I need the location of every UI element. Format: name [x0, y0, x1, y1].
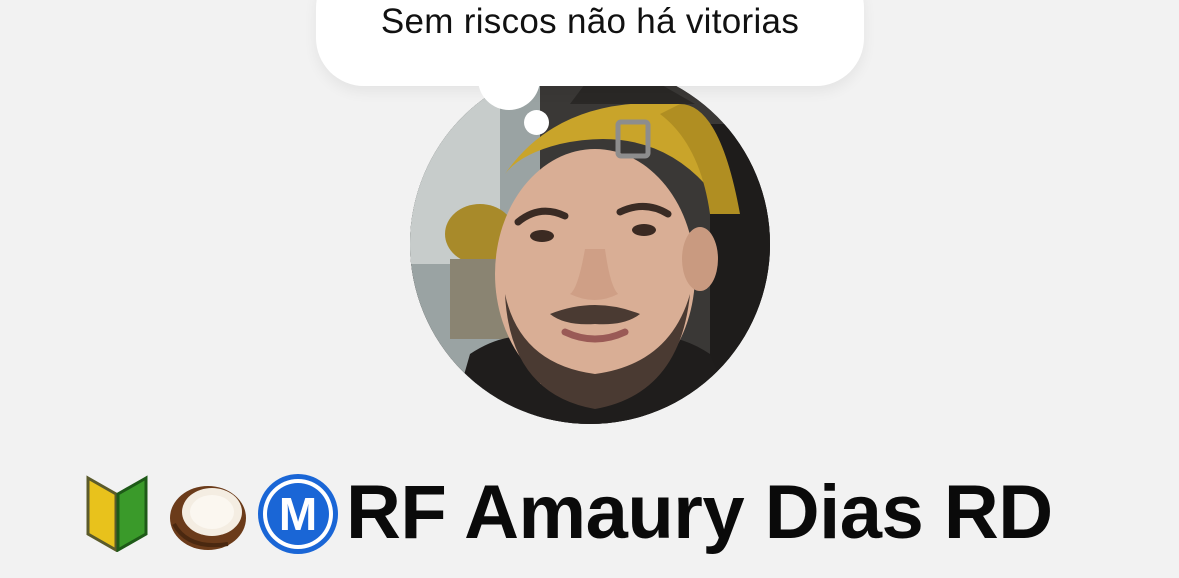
- svg-text:M: M: [279, 488, 317, 540]
- profile-name-row: M RF Amaury Dias RD: [80, 462, 1053, 562]
- avatar-photo-illustration: [410, 64, 770, 424]
- circled-m-icon: M: [256, 472, 338, 554]
- beginner-symbol-icon: [80, 472, 154, 552]
- coconut-icon: [168, 472, 246, 552]
- note-text: Sem riscos não há vitorias: [380, 2, 800, 41]
- note-bubble-tail-small: [524, 110, 549, 135]
- profile-avatar[interactable]: [410, 64, 770, 424]
- note-bubble[interactable]: Sem riscos não há vitorias: [316, 0, 864, 86]
- profile-name: RF Amaury Dias RD: [346, 469, 1053, 555]
